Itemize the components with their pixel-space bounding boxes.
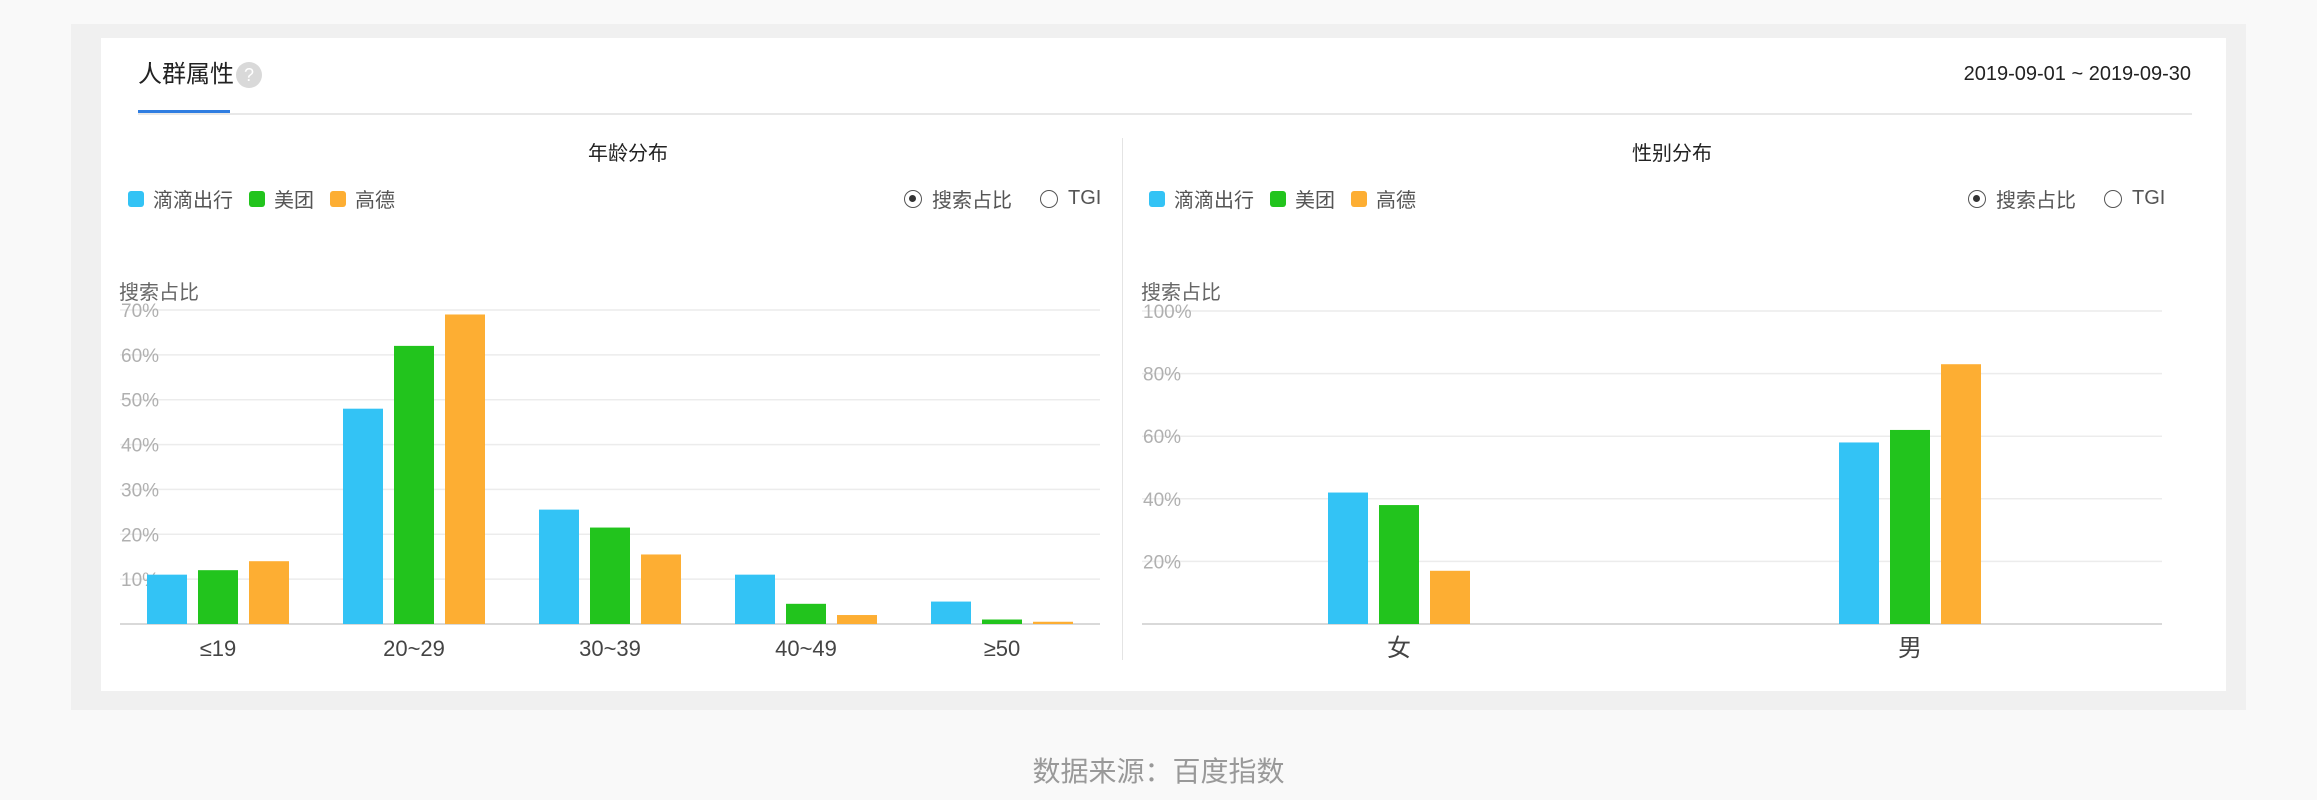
gender-y-tick-label: 40% [1143,490,1181,511]
age-bar-didi [539,509,579,624]
age-bar-meituan [590,527,630,624]
gender-y-tick-label: 20% [1143,552,1181,573]
age-bar-didi [735,574,775,624]
gender-bar-meituan [1379,505,1419,624]
gender-y-tick-label: 60% [1143,427,1181,448]
gender-bar-meituan [1890,429,1930,624]
age-bar-gaode [249,561,289,624]
age-bar-meituan [982,619,1022,624]
age-y-tick-label: 50% [121,391,159,412]
age-y-tick-label: 40% [121,436,159,457]
age-bar-gaode [641,554,681,624]
age-bar-meituan [198,570,238,624]
gender-x-tick-label: 男 [1898,635,1922,662]
age-x-tick-label: 30~39 [579,636,641,661]
age-y-tick-label: 60% [121,346,159,367]
age-bar-gaode [1033,621,1073,624]
age-y-tick-label: 30% [121,480,159,501]
gender-y-tick-label: 80% [1143,365,1181,386]
age-x-tick-label: ≥50 [984,636,1021,661]
age-bar-meituan [786,603,826,624]
data-source-note: 数据来源：百度指数 [1032,756,1285,787]
age-y-tick-label: 70% [121,301,159,322]
age-bar-didi [147,574,187,624]
age-bar-gaode [837,615,877,624]
age-bar-gaode [445,314,485,624]
age-bar-meituan [394,345,434,624]
gender-bar-didi [1839,442,1879,624]
gender-bar-gaode [1430,570,1470,624]
gender-bar-didi [1328,492,1368,624]
gender-y-tick-label: 100% [1143,302,1192,323]
age-bar-didi [343,408,383,624]
age-x-tick-label: 20~29 [383,636,445,661]
age-y-tick-label: 20% [121,525,159,546]
gender-x-tick-label: 女 [1387,635,1411,662]
age-bar-didi [931,601,971,624]
charts-canvas: 10%20%30%40%50%60%70%≤19 20~29 30~39 40~49 ≥… [120,301,2162,662]
gender-bar-gaode [1941,364,1981,624]
age-x-tick-label: ≤19 [200,636,237,661]
age-x-tick-label: 40~49 [775,636,837,661]
